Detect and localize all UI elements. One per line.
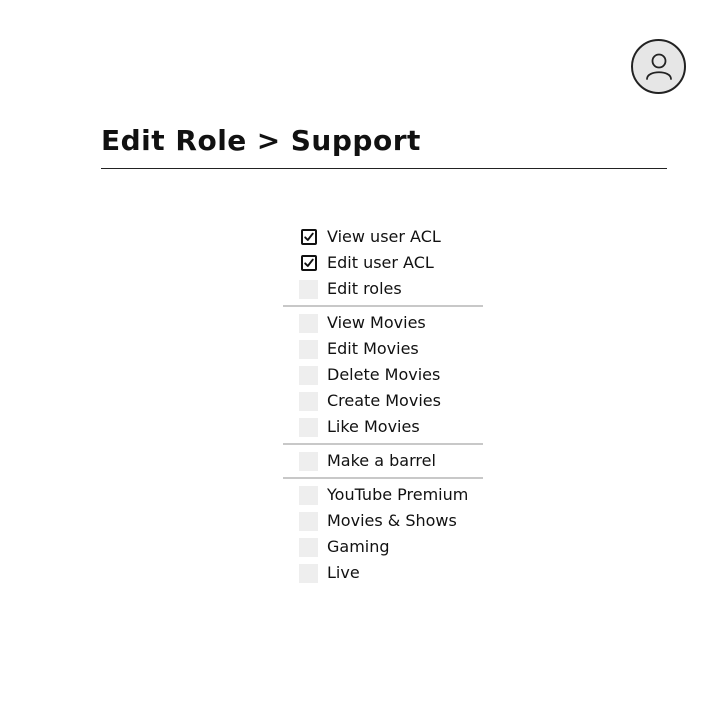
permission-checkbox[interactable] (299, 537, 318, 557)
permission-row[interactable]: Edit roles (283, 276, 483, 302)
permission-label: Like Movies (327, 417, 420, 436)
permission-label: Movies & Shows (327, 511, 457, 530)
permission-label: Edit user ACL (327, 253, 434, 272)
permission-checkbox[interactable] (299, 451, 318, 471)
permission-row[interactable]: Create Movies (283, 388, 483, 414)
permission-row[interactable]: View user ACL (283, 224, 483, 250)
permission-row[interactable]: Edit user ACL (283, 250, 483, 276)
permission-checkbox[interactable] (299, 279, 318, 299)
permission-row[interactable]: YouTube Premium (283, 482, 483, 508)
permission-checkbox[interactable] (299, 365, 318, 385)
permissions-list: View user ACL Edit user ACL Edit roles View… (283, 224, 483, 586)
permission-row[interactable]: Make a barrel (283, 448, 483, 474)
permission-label: Create Movies (327, 391, 441, 410)
permission-checkbox[interactable] (299, 313, 318, 333)
edit-role-page: Edit Role > Support View user ACL Edit user… (0, 0, 720, 720)
permission-checkbox[interactable] (301, 229, 317, 245)
permission-row[interactable]: Like Movies (283, 414, 483, 440)
permission-row[interactable]: Movies & Shows (283, 508, 483, 534)
checkmark-icon (304, 232, 314, 241)
permission-label: Gaming (327, 537, 390, 556)
checkmark-icon (304, 258, 314, 267)
permission-label: Live (327, 563, 360, 582)
permission-label: Edit Movies (327, 339, 419, 358)
permission-checkbox[interactable] (301, 255, 317, 271)
group-divider (283, 305, 483, 307)
permission-checkbox[interactable] (299, 391, 318, 411)
user-icon (645, 53, 672, 80)
permission-checkbox[interactable] (299, 485, 318, 505)
breadcrumb-separator: > (256, 124, 281, 157)
permission-row[interactable]: Edit Movies (283, 336, 483, 362)
group-divider (283, 477, 483, 479)
permission-row[interactable]: Gaming (283, 534, 483, 560)
permission-row[interactable]: View Movies (283, 310, 483, 336)
permission-label: Edit roles (327, 279, 402, 298)
permission-label: Make a barrel (327, 451, 436, 470)
permission-row[interactable]: Delete Movies (283, 362, 483, 388)
permission-checkbox[interactable] (299, 563, 318, 583)
permission-checkbox[interactable] (299, 417, 318, 437)
permission-label: View Movies (327, 313, 426, 332)
breadcrumb: Edit Role > Support (101, 122, 667, 160)
breadcrumb-edit-role[interactable]: Edit Role (101, 124, 247, 157)
permission-label: YouTube Premium (327, 485, 469, 504)
permission-label: Delete Movies (327, 365, 441, 384)
permission-checkbox[interactable] (299, 339, 318, 359)
group-divider (283, 443, 483, 445)
user-avatar-button[interactable] (631, 39, 686, 94)
breadcrumb-role-name: Support (290, 124, 421, 157)
page-header: Edit Role > Support (101, 122, 667, 169)
permission-label: View user ACL (327, 227, 441, 246)
permission-checkbox[interactable] (299, 511, 318, 531)
permission-row[interactable]: Live (283, 560, 483, 586)
